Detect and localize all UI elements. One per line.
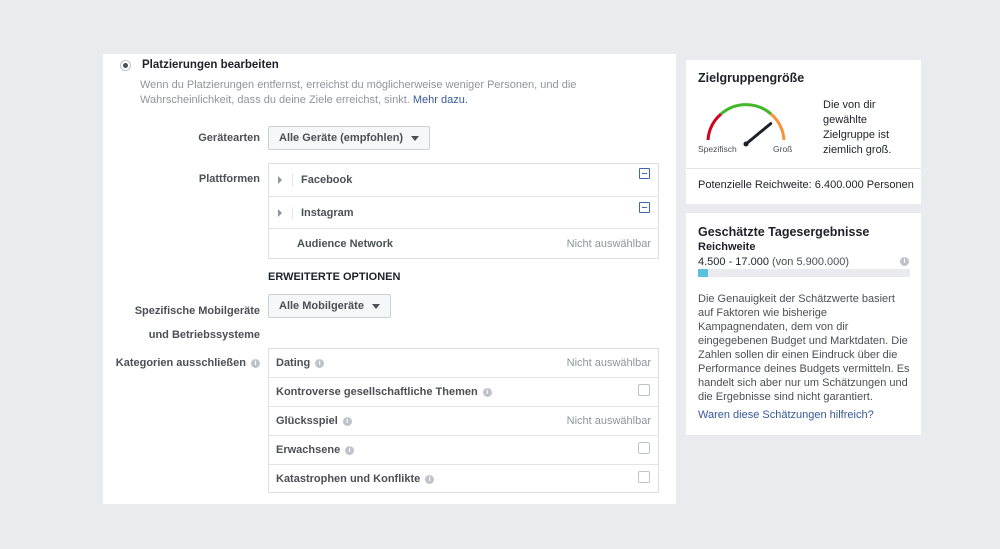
- info-icon[interactable]: i: [900, 257, 909, 266]
- mobile-devices-label: Spezifische Mobilgeräte und Betriebssyst…: [103, 299, 260, 347]
- reach-progress-bar: [698, 269, 910, 277]
- mobile-devices-label-line1: Spezifische Mobilgeräte: [134, 305, 260, 317]
- reach-metric-label: Reichweite: [698, 241, 756, 253]
- gauge-right-label: Groß: [773, 144, 793, 154]
- info-icon[interactable]: i: [342, 416, 352, 426]
- category-row-disasters[interactable]: Katastrophen und Konflikte i: [269, 465, 658, 493]
- category-checkbox[interactable]: [638, 442, 650, 454]
- gauge-needle: [744, 122, 773, 146]
- audience-size-title: Zielgruppengröße: [698, 71, 805, 85]
- mobile-devices-dropdown[interactable]: Alle Mobilgeräte: [268, 294, 391, 318]
- placement-description: Wenn du Platzierungen entfernst, erreich…: [140, 78, 665, 108]
- gauge-orange-segment: [769, 112, 786, 141]
- minus-square-icon[interactable]: [639, 168, 650, 179]
- category-checkbox[interactable]: [638, 471, 650, 483]
- divider: [292, 206, 293, 219]
- device-types-dropdown[interactable]: Alle Geräte (empfohlen): [268, 126, 431, 150]
- caret-down-icon: [411, 135, 420, 141]
- divider: [686, 168, 921, 169]
- gauge-green-segment: [720, 103, 772, 116]
- platforms-label: Plattformen: [198, 173, 260, 185]
- device-types-value: Alle Geräte (empfohlen): [279, 132, 404, 144]
- info-icon[interactable]: i: [425, 474, 435, 484]
- minus-square-icon[interactable]: [639, 202, 650, 213]
- platform-name: Audience Network: [297, 238, 393, 250]
- feedback-link[interactable]: Waren diese Schätzungen hilfreich?: [698, 409, 874, 421]
- gauge-left-label: Spezifisch: [698, 144, 737, 154]
- expand-triangle-icon[interactable]: [278, 208, 282, 217]
- divider: [292, 174, 293, 186]
- exclude-categories-label: Kategorien ausschließen i: [103, 357, 260, 369]
- advanced-options-heading: ERWEITERTE OPTIONEN: [268, 271, 401, 283]
- caret-down-icon: [371, 303, 380, 309]
- estimate-disclaimer: Die Genauigkeit der Schätzwerte basiert …: [698, 293, 910, 403]
- category-row-gambling: Glücksspiel i Nicht auswählbar: [269, 407, 658, 436]
- category-row-controversial[interactable]: Kontroverse gesellschaftliche Themen i: [269, 378, 658, 407]
- info-icon[interactable]: i: [315, 358, 325, 368]
- category-row-dating: Dating i Nicht auswählbar: [269, 349, 658, 378]
- learn-more-link[interactable]: Mehr dazu.: [413, 94, 468, 106]
- platform-row-instagram[interactable]: Instagram: [269, 197, 658, 229]
- not-selectable-text: Nicht auswählbar: [566, 238, 651, 250]
- not-selectable-text: Nicht auswählbar: [566, 357, 651, 369]
- info-icon[interactable]: i: [482, 387, 492, 397]
- reach-range: 4.500 - 17.000 (von 5.900.000): [698, 256, 849, 268]
- reach-range-value: 4.500 - 17.000: [698, 256, 769, 268]
- info-icon[interactable]: i: [345, 445, 355, 455]
- platform-row-audience-network: Audience Network Nicht auswählbar: [269, 229, 658, 259]
- placement-radio-row[interactable]: Platzierungen bearbeiten: [120, 59, 279, 71]
- placements-card: Platzierungen bearbeiten Wenn du Platzie…: [103, 54, 676, 504]
- potential-reach-text: Potenzielle Reichweite: 6.400.000 Person…: [698, 179, 914, 191]
- category-name: Glücksspiel: [276, 415, 338, 427]
- category-name: Katastrophen und Konflikte: [276, 473, 421, 485]
- placement-radio-label: Platzierungen bearbeiten: [142, 59, 279, 71]
- category-checkbox[interactable]: [638, 384, 650, 396]
- platform-name: Instagram: [301, 206, 354, 219]
- gauge-red-segment: [706, 112, 723, 141]
- platforms-box: Facebook Instagram Audience Network Nich…: [268, 163, 659, 259]
- exclude-categories-text: Kategorien ausschließen: [115, 357, 246, 369]
- radio-button[interactable]: [120, 59, 131, 71]
- not-selectable-text: Nicht auswählbar: [566, 415, 651, 427]
- exclude-categories-box: Dating i Nicht auswählbar Kontroverse ges…: [268, 348, 659, 493]
- category-name: Erwachsene: [276, 444, 341, 456]
- platform-row-facebook[interactable]: Facebook: [269, 164, 658, 197]
- device-types-label: Gerätearten: [198, 132, 260, 144]
- category-name: Kontroverse gesellschaftliche Themen: [276, 386, 478, 398]
- placement-description-text: Wenn du Platzierungen entfernst, erreich…: [140, 79, 577, 106]
- daily-results-title: Geschätzte Tagesergebnisse: [698, 225, 870, 239]
- category-row-adult[interactable]: Erwachsene i: [269, 436, 658, 465]
- mobile-devices-label-line2: und Betriebssysteme: [148, 329, 260, 341]
- gauge-pivot: [743, 141, 749, 147]
- audience-size-card: Zielgruppengröße Spezifisch Groß Die von…: [686, 60, 921, 204]
- mobile-devices-value: Alle Mobilgeräte: [279, 300, 364, 312]
- expand-triangle-icon[interactable]: [278, 176, 282, 184]
- platform-name: Facebook: [301, 174, 353, 186]
- reach-progress-fill: [698, 269, 708, 277]
- reach-total: (von 5.900.000): [772, 256, 850, 268]
- daily-results-card: Geschätzte Tagesergebnisse Reichweite 4.…: [686, 213, 921, 435]
- category-name: Dating: [276, 357, 311, 369]
- info-icon[interactable]: i: [251, 358, 260, 368]
- audience-size-text: Die von dir gewählte Zielgruppe ist ziem…: [823, 99, 892, 156]
